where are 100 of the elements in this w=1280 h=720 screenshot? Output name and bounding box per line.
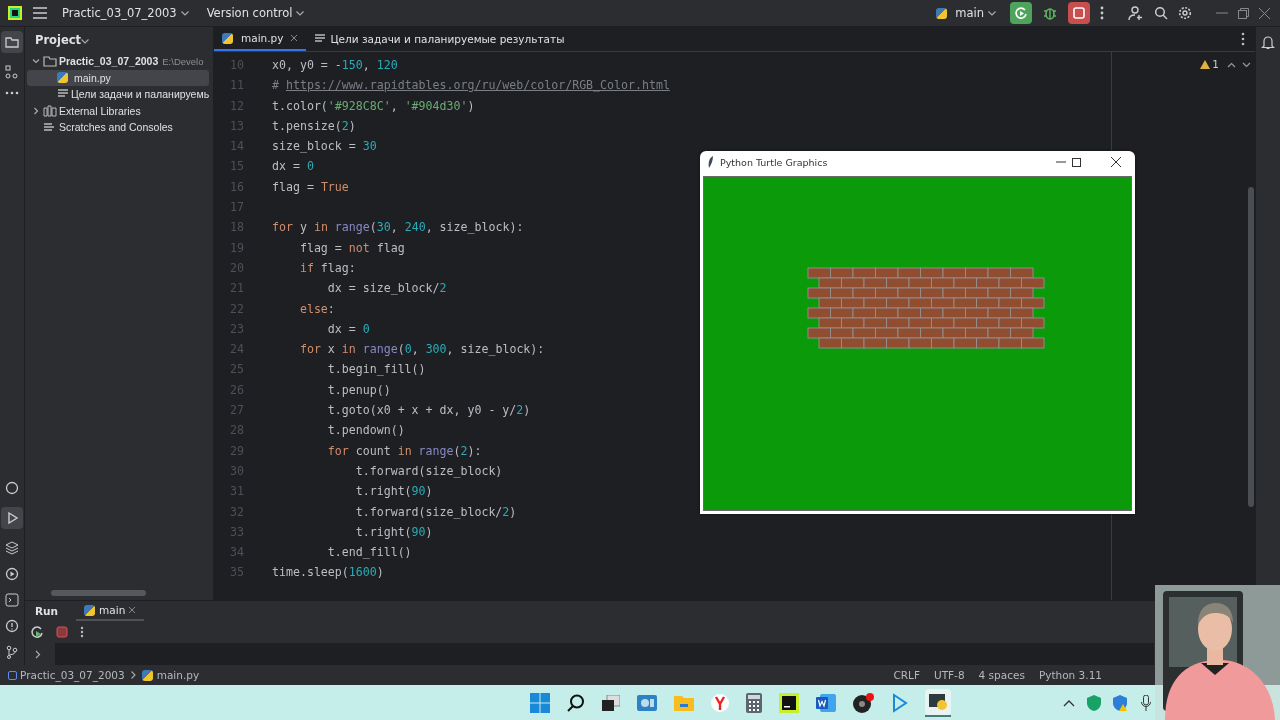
folder-icon[interactable] — [1, 31, 23, 53]
scrollbar[interactable] — [1248, 187, 1254, 507]
play-icon[interactable] — [891, 692, 908, 713]
code-line: t.right(90) — [354, 484, 433, 499]
tree-item[interactable]: Practic_03_07_2003 E:\Develo — [27, 53, 209, 70]
library-icon — [43, 104, 57, 117]
terminal-icon[interactable] — [5, 593, 19, 607]
problems-icon[interactable] — [5, 619, 19, 633]
tree-item[interactable]: main.py — [27, 69, 209, 86]
text-file-icon — [314, 34, 327, 44]
git-branch-icon[interactable] — [5, 645, 19, 659]
code-line: t.right(90) — [354, 524, 433, 539]
code-line: # https://www.rapidtables.org/ru/web/color/RGB_Color.html — [272, 78, 670, 93]
caret-up-icon[interactable] — [1063, 699, 1075, 707]
rerun-icon[interactable] — [30, 625, 44, 639]
status-item[interactable]: Python 3.11 — [1038, 669, 1102, 681]
text-file-icon — [57, 89, 69, 100]
tree-item[interactable]: Scratches and Consoles — [27, 119, 209, 136]
chevron-down-icon[interactable] — [1242, 62, 1251, 68]
chevron-down-icon[interactable] — [32, 57, 40, 66]
status-item[interactable]: UTF-8 — [933, 669, 965, 681]
code-line: flag = True — [272, 179, 349, 194]
code-line: t.pendown() — [326, 423, 405, 438]
code-line: t.begin_fill() — [326, 362, 426, 377]
code-line: else: — [298, 301, 335, 316]
widgets-icon[interactable] — [636, 694, 657, 711]
code-line: time.sleep(1600) — [272, 565, 384, 580]
breadcrumb[interactable]: Practic_03_07_2003 — [8, 669, 125, 681]
record-icon[interactable] — [852, 692, 875, 713]
folder-icon[interactable] — [673, 694, 694, 711]
code-line: x0, y0 = -150, 120 — [272, 58, 398, 72]
rerun-icon — [1014, 6, 1028, 20]
services-icon[interactable] — [5, 567, 19, 581]
code-line: dx = 0 — [272, 159, 314, 174]
security-icon[interactable] — [1113, 695, 1129, 711]
rerun-button[interactable] — [1010, 2, 1032, 24]
code-line: t.color('#928C8C', '#904d30') — [272, 98, 475, 113]
version-control-menu[interactable]: Version control — [202, 4, 309, 22]
chevron-up-icon[interactable] — [1227, 62, 1236, 68]
chevron-right-icon — [130, 671, 136, 679]
window-title: Python Turtle Graphics — [720, 156, 828, 168]
editor-tab[interactable]: main.py — [214, 27, 307, 51]
run-tab[interactable]: main — [76, 601, 145, 621]
task-view-icon[interactable] — [601, 694, 620, 711]
bug-icon[interactable] — [1042, 5, 1058, 21]
warning-counter[interactable]: 1 — [1200, 58, 1219, 70]
notifications-icon[interactable] — [1261, 35, 1275, 50]
shield-icon[interactable] — [1087, 695, 1101, 711]
microphone-icon[interactable] — [1141, 695, 1151, 711]
python-console-icon[interactable] — [5, 481, 19, 495]
search-icon[interactable] — [1154, 6, 1168, 20]
code-line: t.forward(size_block/2) — [354, 504, 517, 519]
windows-start-icon[interactable] — [529, 692, 550, 713]
chevron-down-icon — [296, 10, 305, 16]
tree-item[interactable]: Цели задачи и паланируемь — [27, 86, 209, 103]
chevron-down-icon — [988, 10, 996, 16]
editor-tab[interactable]: Цели задачи и паланируемые результаты — [306, 27, 573, 51]
feather-icon — [708, 156, 714, 168]
more-icon[interactable] — [5, 91, 19, 95]
chevron-down-icon — [180, 10, 189, 16]
breadcrumb[interactable]: main.py — [141, 669, 200, 681]
chevron-right-icon[interactable] — [35, 649, 41, 659]
chevron-down-icon — [81, 39, 90, 44]
code-line: for count in range(2): — [326, 443, 482, 458]
more-icon[interactable] — [1100, 6, 1104, 20]
tree-item[interactable]: External Libraries — [27, 102, 209, 119]
layers-icon[interactable] — [5, 541, 19, 555]
lines-icon — [43, 121, 57, 134]
search-icon[interactable] — [566, 693, 585, 712]
status-item[interactable]: 4 spaces — [978, 669, 1025, 681]
more-icon[interactable] — [80, 626, 84, 638]
run-config-selector[interactable]: main — [932, 4, 1000, 22]
structure-icon[interactable] — [5, 65, 19, 79]
stop-icon[interactable] — [56, 626, 68, 638]
code-line: dx = size_block/2 — [326, 281, 447, 296]
restore-icon[interactable] — [1238, 7, 1249, 19]
code-line: t.pensize(2) — [272, 118, 356, 133]
stop-button[interactable] — [1068, 2, 1090, 24]
code-line: t.penup() — [326, 382, 391, 397]
run-icon[interactable] — [1, 507, 23, 529]
word-icon[interactable] — [815, 693, 836, 712]
code-line: t.end_fill() — [326, 545, 412, 560]
code-line: t.goto(x0 + x + dx, y0 - y/2) — [326, 403, 531, 418]
project-selector[interactable]: Practic_03_07_2003 — [58, 4, 193, 22]
add-user-icon[interactable] — [1128, 5, 1144, 21]
status-item[interactable]: CRLF — [893, 669, 920, 681]
code-line: if flag: — [298, 260, 356, 275]
calculator-icon[interactable] — [745, 692, 762, 713]
code-line: flag = not flag — [298, 240, 405, 255]
python-app-icon[interactable] — [924, 688, 951, 717]
project-panel-title[interactable]: Project — [25, 27, 100, 53]
menu-icon[interactable] — [32, 6, 48, 20]
code-line: t.forward(size_block) — [354, 463, 503, 478]
settings-icon[interactable] — [1178, 6, 1192, 20]
browser-icon[interactable] — [710, 693, 729, 712]
more-icon[interactable] — [1241, 32, 1245, 46]
close-icon[interactable] — [1111, 157, 1121, 167]
maximize-icon[interactable] — [1072, 157, 1081, 167]
chevron-right-icon[interactable] — [32, 106, 40, 115]
pycharm-icon[interactable] — [778, 692, 799, 713]
